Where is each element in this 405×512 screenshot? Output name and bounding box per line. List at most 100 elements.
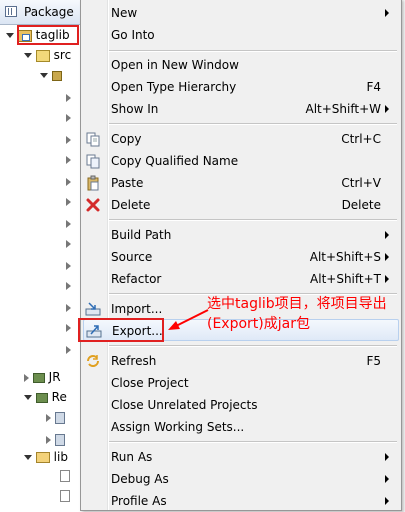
menu-separator — [109, 219, 397, 221]
expand-icon[interactable] — [6, 33, 14, 38]
menu-item-label: Source — [111, 250, 153, 264]
expand-icon[interactable] — [40, 73, 48, 78]
tree-item-class[interactable] — [66, 150, 71, 168]
menu-item-label: Close Unrelated Projects — [111, 398, 258, 412]
source-folder-icon — [35, 49, 50, 62]
tree-item-class[interactable] — [66, 340, 71, 358]
refresh-icon — [87, 355, 99, 367]
expand-icon[interactable] — [24, 455, 32, 460]
menu-item-label: Refactor — [111, 272, 162, 286]
collapse-icon[interactable] — [46, 413, 51, 422]
tree-item-file[interactable] — [60, 466, 70, 484]
library-icon — [32, 372, 45, 383]
tree-item-referenced[interactable]: Re — [24, 388, 67, 406]
lib-label: lib — [53, 450, 68, 464]
tree-item-jar[interactable] — [46, 408, 65, 426]
collapse-icon[interactable] — [66, 281, 71, 290]
menu-item-label: Run As — [111, 450, 153, 464]
annotation-box-project — [17, 25, 79, 45]
tree-item-class[interactable] — [66, 298, 71, 316]
annotation-box-export — [78, 318, 164, 342]
tree-item-class[interactable] — [66, 318, 71, 336]
collapse-icon[interactable] — [66, 155, 71, 164]
collapse-icon[interactable] — [66, 135, 71, 144]
submenu-arrow-icon — [385, 9, 389, 17]
menu-item-label: Show In — [111, 102, 159, 116]
collapse-icon[interactable] — [24, 373, 29, 382]
submenu-arrow-icon — [385, 497, 389, 505]
menu-item-go-into[interactable]: Go Into — [81, 24, 399, 46]
submenu-arrow-icon — [385, 475, 389, 483]
tree-item-class[interactable] — [66, 256, 71, 274]
package-explorer-icon — [5, 6, 17, 17]
tree-item-src[interactable]: src — [24, 46, 71, 64]
expand-icon[interactable] — [24, 395, 32, 400]
package-explorer-tab[interactable]: Package — [0, 0, 80, 25]
collapse-icon[interactable] — [66, 345, 71, 354]
collapse-icon[interactable] — [66, 93, 71, 102]
collapse-icon[interactable] — [66, 261, 71, 270]
menu-item-build-path[interactable]: Build Path — [81, 224, 399, 246]
tree-item-class[interactable] — [66, 108, 71, 126]
submenu-arrow-icon — [385, 231, 389, 239]
copy-icon — [86, 132, 100, 147]
tree-item-class[interactable] — [66, 214, 71, 232]
menu-item-copy-qualified-name[interactable]: Copy Qualified Name — [81, 150, 399, 172]
menu-item-show-in[interactable]: Show In Alt+Shift+W — [81, 98, 399, 120]
paste-icon — [87, 175, 99, 191]
menu-item-open-new-window[interactable]: Open in New Window — [81, 54, 399, 76]
collapse-icon[interactable] — [66, 323, 71, 332]
menu-item-close-project[interactable]: Close Project — [81, 372, 399, 394]
expand-icon[interactable] — [24, 53, 32, 58]
tree-item-class[interactable] — [66, 276, 71, 294]
import-icon — [85, 302, 101, 316]
collapse-icon[interactable] — [66, 239, 71, 248]
menu-item-label: Open in New Window — [111, 58, 239, 72]
file-icon — [60, 489, 70, 502]
tree-item-class[interactable] — [66, 130, 71, 148]
menu-item-copy[interactable]: Copy Ctrl+C — [81, 128, 399, 150]
collapse-icon[interactable] — [66, 219, 71, 228]
tree-item-class[interactable] — [66, 172, 71, 190]
submenu-arrow-icon — [385, 253, 389, 261]
menu-item-label: Debug As — [111, 472, 169, 486]
menu-item-shortcut: Alt+Shift+W — [305, 102, 382, 116]
collapse-icon[interactable] — [66, 303, 71, 312]
tree-item-jre[interactable]: JR — [24, 368, 61, 386]
menu-item-assign-working-sets[interactable]: Assign Working Sets... — [81, 416, 399, 438]
menu-item-close-unrelated-projects[interactable]: Close Unrelated Projects — [81, 394, 399, 416]
library-icon — [35, 392, 48, 403]
collapse-icon[interactable] — [66, 177, 71, 186]
tree-item-class[interactable] — [66, 234, 71, 252]
annotation-line-2: (Export)成jar包 — [207, 316, 310, 332]
menu-item-shortcut: Alt+Shift+S — [309, 250, 381, 264]
menu-item-run-as[interactable]: Run As — [81, 446, 399, 468]
menu-item-paste[interactable]: Paste Ctrl+V — [81, 172, 399, 194]
collapse-icon[interactable] — [66, 113, 71, 122]
tree-item-jar[interactable] — [46, 430, 65, 448]
menu-item-label: Paste — [111, 176, 144, 190]
menu-separator — [109, 441, 397, 443]
collapse-icon[interactable] — [66, 197, 71, 206]
tree-item-class[interactable] — [66, 88, 71, 106]
menu-item-shortcut: Ctrl+V — [341, 176, 381, 190]
collapse-icon[interactable] — [46, 435, 51, 444]
menu-item-delete[interactable]: Delete Delete — [81, 194, 399, 216]
menu-separator — [109, 123, 397, 125]
menu-item-refactor[interactable]: Refactor Alt+Shift+T — [81, 268, 399, 290]
menu-item-new[interactable]: New — [81, 2, 399, 24]
menu-item-label: Open Type Hierarchy — [111, 80, 237, 94]
menu-item-label: Go Into — [111, 28, 155, 42]
menu-item-label: Assign Working Sets... — [111, 420, 245, 434]
tree-item-package[interactable] — [40, 66, 62, 84]
menu-item-refresh[interactable]: Refresh F5 — [81, 350, 399, 372]
menu-item-source[interactable]: Source Alt+Shift+S — [81, 246, 399, 268]
menu-item-label: Import... — [111, 302, 163, 316]
tree-item-class[interactable] — [66, 192, 71, 210]
menu-item-label: Delete — [111, 198, 151, 212]
menu-item-open-type-hierarchy[interactable]: Open Type Hierarchy F4 — [81, 76, 399, 98]
tree-item-lib[interactable]: lib — [24, 448, 68, 466]
menu-item-debug-as[interactable]: Debug As — [81, 468, 399, 490]
tree-item-file[interactable] — [60, 486, 70, 504]
annotation-text: 选中taglib项目，将项目导出 (Export)成jar包 — [207, 294, 403, 334]
